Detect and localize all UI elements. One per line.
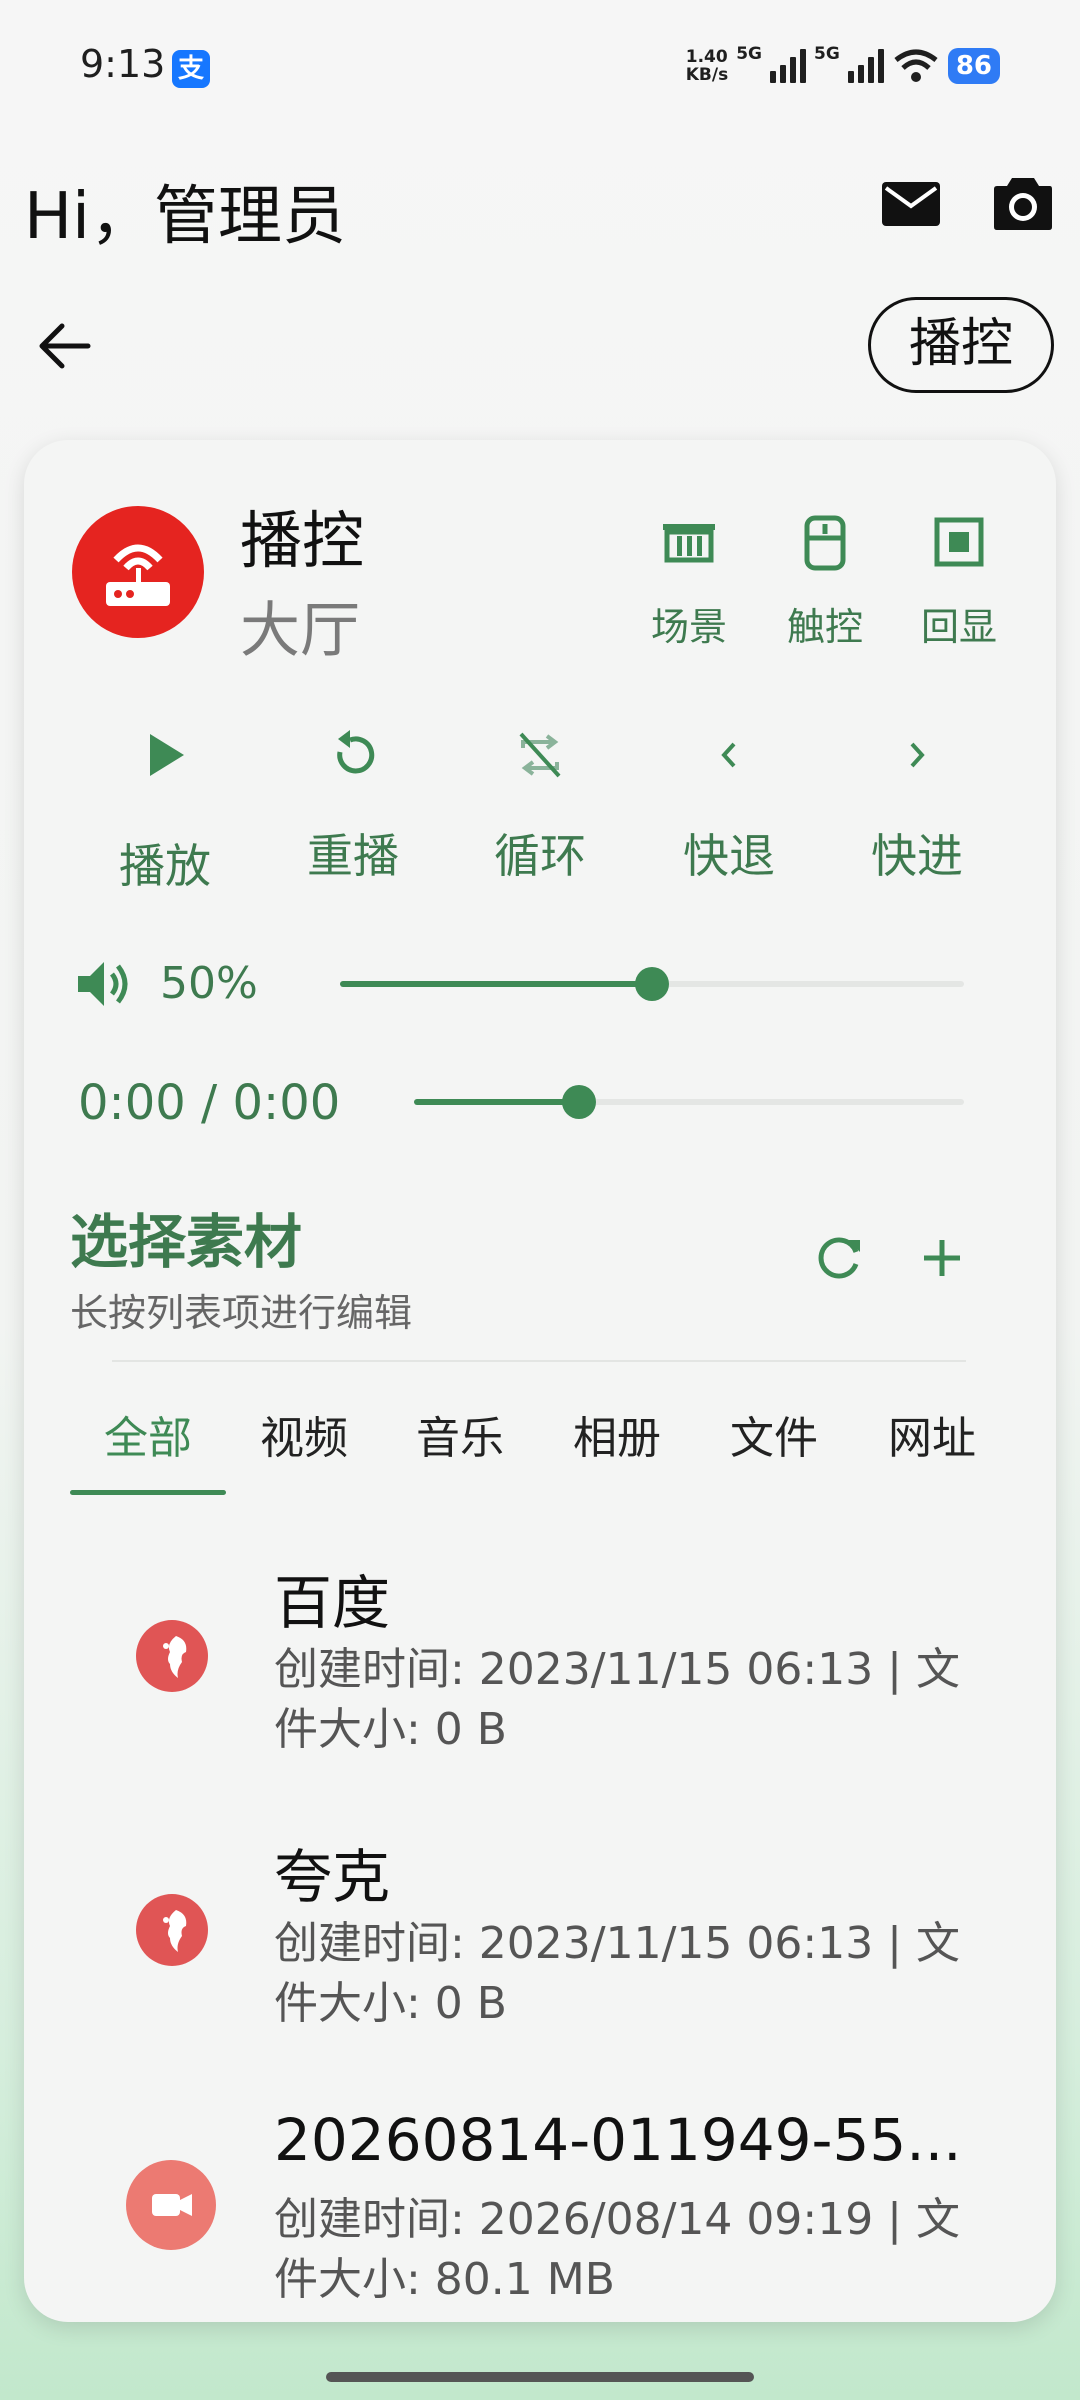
device-location: 大厅: [240, 596, 360, 666]
progress-slider-fill: [414, 1099, 579, 1105]
home-indicator[interactable]: [326, 2372, 754, 2382]
mirror-icon: [934, 517, 984, 567]
scene-label: 场景: [650, 605, 727, 649]
forward-button[interactable]: 快进: [842, 728, 992, 886]
volume-slider-thumb[interactable]: [635, 967, 669, 1001]
battery-indicator: 86: [947, 48, 1000, 84]
rewind-button[interactable]: 快退: [654, 728, 804, 886]
list-item-desc: 创建时间: 2026/08/14 09:19 | 文件大小: 80.1 MB: [274, 2194, 960, 2305]
list-item-title: 夸克: [274, 1843, 391, 1911]
play-icon: [150, 734, 184, 776]
rewind-icon: [721, 742, 736, 768]
video-icon: [126, 2160, 216, 2250]
mirror-button[interactable]: 回显: [904, 512, 1014, 651]
tab-all[interactable]: 全部: [104, 1402, 192, 1466]
forward-label: 快进: [871, 829, 963, 883]
status-time: 9:13: [80, 42, 166, 86]
device-title: 播控: [240, 504, 365, 577]
materials-hint: 长按列表项进行编辑: [70, 1291, 413, 1335]
progress-slider-thumb[interactable]: [562, 1085, 596, 1119]
list-item[interactable]: 20260814-011949-55... 创建时间: 2026/08/14 0…: [60, 2080, 1020, 2320]
tab-url[interactable]: 网址: [888, 1402, 976, 1466]
replay-icon: [337, 730, 375, 774]
volume-icon[interactable]: [74, 958, 132, 1010]
tab-music[interactable]: 音乐: [416, 1402, 504, 1466]
playback-time: 0:00 / 0:00: [78, 1075, 341, 1131]
replay-label: 重播: [307, 829, 399, 883]
play-label: 播放: [119, 839, 211, 893]
active-tab-indicator: [70, 1490, 226, 1495]
list-item-title: 20260814-011949-55...: [274, 2106, 962, 2174]
materials-title: 选择素材: [70, 1208, 303, 1276]
tab-file[interactable]: 文件: [730, 1402, 818, 1466]
status-indicators: 1.40 KB/s 5G 5G 86: [686, 44, 1000, 88]
list-item-desc: 创建时间: 2023/11/15 06:13 | 文件大小: 0 B: [274, 1644, 960, 1755]
tab-album[interactable]: 相册: [573, 1402, 661, 1466]
net-speed: 1.40 KB/s: [685, 47, 729, 85]
sim1-5g-tag: 5G: [736, 44, 763, 64]
back-arrow-icon[interactable]: [34, 318, 94, 374]
touch-icon: [804, 515, 846, 571]
mail-icon[interactable]: [880, 178, 942, 230]
loop-label: 循环: [494, 829, 586, 883]
camera-icon[interactable]: [992, 172, 1054, 232]
add-icon[interactable]: [914, 1230, 970, 1286]
device-avatar: [72, 506, 204, 638]
web-globe-icon: [136, 1894, 208, 1966]
router-icon: [106, 544, 170, 606]
touch-button[interactable]: 触控: [770, 512, 880, 651]
replay-button[interactable]: 重播: [278, 728, 428, 886]
touch-label: 触控: [786, 605, 863, 649]
web-globe-icon: [136, 1620, 208, 1692]
scene-button[interactable]: 场景: [634, 512, 744, 651]
loop-button[interactable]: 循环: [465, 728, 615, 886]
loop-off-icon: [519, 732, 561, 778]
mirror-label: 回显: [920, 605, 997, 649]
sim2-5g-tag: 5G: [814, 44, 840, 64]
section-divider: [112, 1360, 966, 1362]
rewind-label: 快退: [683, 829, 775, 883]
volume-value: 50%: [160, 958, 258, 1009]
scene-icon: [663, 524, 715, 563]
forward-icon: [910, 742, 925, 768]
signal-strength-icon: [770, 49, 807, 83]
tab-video[interactable]: 视频: [260, 1402, 348, 1466]
list-item-desc: 创建时间: 2023/11/15 06:13 | 文件大小: 0 B: [274, 1918, 960, 2029]
play-button[interactable]: 播放: [90, 728, 240, 896]
alipay-notification-icon: 支: [172, 50, 210, 88]
volume-slider-fill: [340, 981, 652, 987]
list-item-title: 百度: [274, 1569, 391, 1637]
greeting-title: Hi，管理员: [24, 180, 346, 254]
signal-strength-icon-2: [847, 49, 884, 83]
mode-pill-button[interactable]: 播控: [868, 297, 1054, 393]
wifi-icon: [894, 49, 938, 82]
refresh-icon[interactable]: [812, 1230, 868, 1286]
